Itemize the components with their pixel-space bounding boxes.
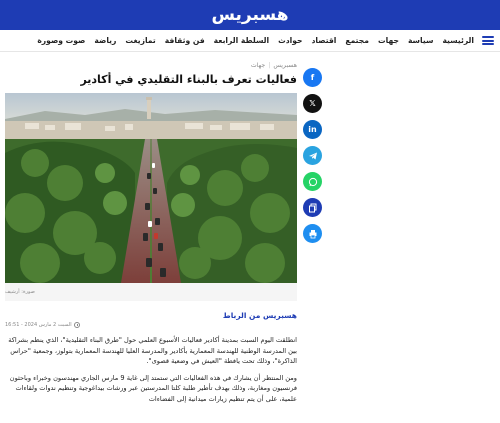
print-icon[interactable] — [303, 224, 322, 243]
nav-item-regions[interactable]: جهات — [378, 36, 399, 45]
site-header: هسبريس — [0, 0, 500, 30]
image-caption: صورة: أرشيف — [5, 283, 297, 301]
publish-date-text: السبت 2 مارس 2024 - 16:51 — [5, 322, 72, 328]
nav-item-politics[interactable]: سياسة — [408, 36, 434, 45]
author-name[interactable]: هسبريس من الرباط — [5, 311, 297, 320]
whatsapp-icon[interactable] — [303, 172, 322, 191]
nav-item-society[interactable]: مجتمع — [345, 36, 369, 45]
x-icon[interactable]: 𝕏 — [303, 94, 322, 113]
clock-icon — [73, 322, 80, 328]
nav-item-media[interactable]: صوت وصورة — [37, 36, 85, 45]
article: جهات | هسبريس فعاليات تعرف بالبناء التقل… — [5, 60, 297, 405]
author-block: هسبريس من الرباط السبت 2 مارس 2024 - 16:… — [5, 311, 297, 328]
nav-items: الرئيسية سياسة جهات مجتمع اقتصاد حوادث ا… — [37, 36, 474, 45]
publish-date: السبت 2 مارس 2024 - 16:51 — [5, 322, 297, 328]
hamburger-menu-icon[interactable] — [482, 36, 494, 45]
site-logo[interactable]: هسبريس — [212, 5, 290, 25]
telegram-icon[interactable] — [303, 146, 322, 165]
nav-item-economy[interactable]: اقتصاد — [312, 36, 337, 45]
article-figure: صورة: أرشيف — [5, 93, 297, 301]
facebook-icon[interactable]: f — [303, 68, 322, 87]
nav-item-home[interactable]: الرئيسية — [442, 36, 474, 45]
nav-item-fourth-power[interactable]: السلطة الرابعة — [214, 36, 269, 45]
breadcrumb-site[interactable]: هسبريس — [273, 62, 297, 69]
linkedin-icon[interactable]: in — [303, 120, 322, 139]
article-title: فعاليات تعرف بالبناء التقليدي في أكادير — [80, 73, 297, 86]
main-nav: الرئيسية سياسة جهات مجتمع اقتصاد حوادث ا… — [0, 30, 500, 52]
nav-item-sports[interactable]: رياضة — [94, 36, 116, 45]
share-bar: f 𝕏 in — [302, 68, 322, 243]
article-photo — [5, 93, 297, 283]
article-paragraph: ومن المنتظر أن يشارك في هذه الفعاليات ال… — [9, 373, 297, 403]
nav-item-culture[interactable]: فن وثقافة — [165, 36, 205, 45]
breadcrumb-section[interactable]: جهات — [251, 62, 265, 69]
breadcrumb: جهات | هسبريس — [5, 60, 297, 70]
breadcrumb-separator: | — [268, 61, 271, 69]
copy-icon[interactable] — [303, 198, 322, 217]
nav-item-tamazight[interactable]: تمازيغت — [125, 36, 155, 45]
article-paragraph: انطلقت اليوم السبت بمدينة أكادير فعاليات… — [8, 336, 297, 366]
nav-item-incidents[interactable]: حوادث — [278, 36, 302, 45]
